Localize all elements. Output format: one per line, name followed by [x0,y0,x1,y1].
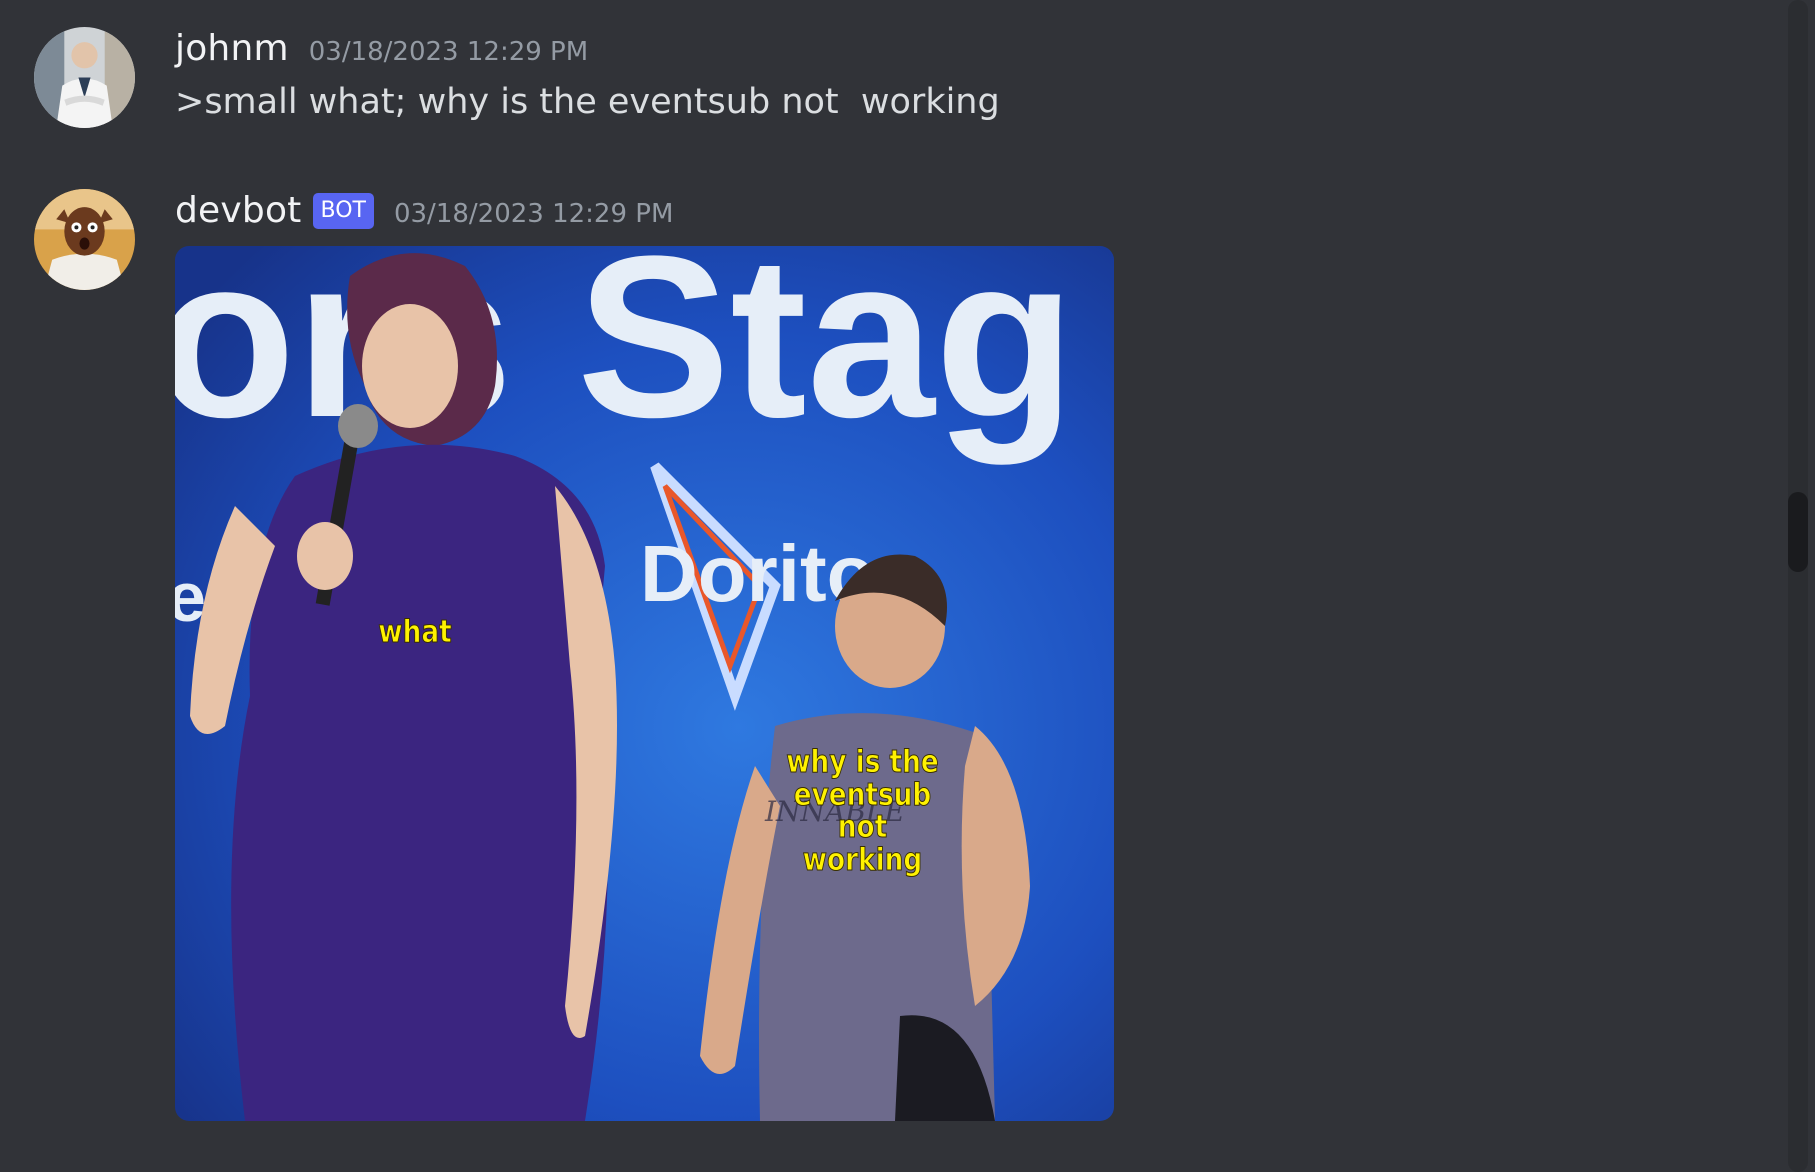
background-text: ors Stag [175,246,1075,465]
chat-message-list: johnm 03/18/2023 12:29 PM >small what; w… [0,0,1815,1172]
scrollbar-thumb[interactable] [1788,492,1808,572]
username[interactable]: devbot [175,190,302,231]
meme-caption-small: what [378,614,452,650]
bot-avatar-icon[interactable] [34,189,135,290]
scrollbar-track[interactable] [1788,0,1808,1172]
message-header: johnm 03/18/2023 12:29 PM [175,28,588,69]
bot-tag-badge: BOT [312,192,374,229]
timestamp: 03/18/2023 12:29 PM [308,36,589,67]
user-avatar-icon[interactable] [34,27,135,128]
message-header: devbot BOT 03/18/2023 12:29 PM [175,190,673,231]
message-content: >small what; why is the eventsub not wor… [175,82,1000,122]
meme-image[interactable]: ors Stag Dorito e INNABLE what why is th… [175,246,1114,1121]
meme-caption-big: why is the eventsub not working [786,744,939,878]
username[interactable]: johnm [175,28,289,69]
timestamp: 03/18/2023 12:29 PM [393,198,674,229]
